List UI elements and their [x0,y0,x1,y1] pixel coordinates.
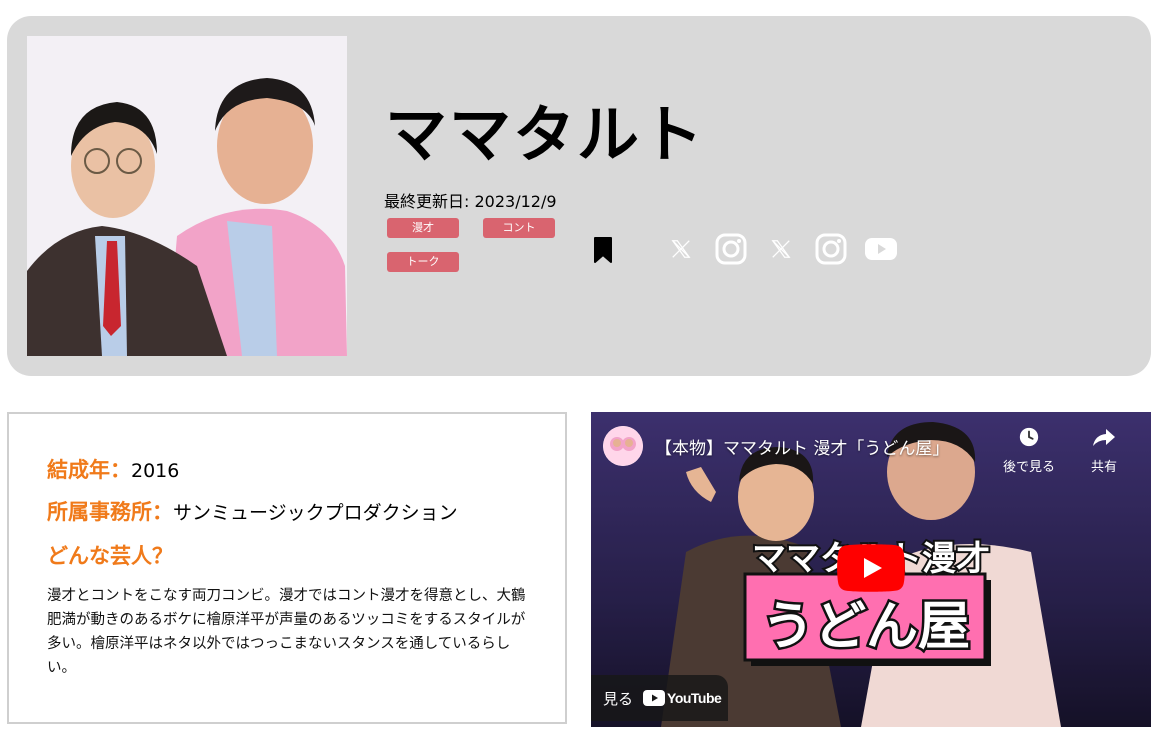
play-button[interactable] [837,544,905,592]
instagram-icon[interactable] [814,232,848,266]
description-text: 漫才とコントをこなす両刀コンビ。漫才ではコント漫才を得意とし、大鶴肥満が動きのあ… [47,588,526,676]
agency-label: 所属事務所： [47,500,173,524]
x-icon[interactable] [764,232,798,266]
video-title[interactable]: 【本物】ママタルト 漫才「うどん屋」 [655,434,949,459]
share-icon [1093,429,1115,446]
share-label: 共有 [1091,460,1118,475]
tag-manzai[interactable]: 漫才 [387,218,459,238]
youtube-logo: YouTube [643,690,722,706]
instagram-icon[interactable] [714,232,748,266]
youtube-icon[interactable] [864,232,898,266]
watch-later-label: 後で見る [1003,460,1056,475]
profile-info-card: 結成年：2016 所属事務所：サンミュージックプロダクション どんな芸人？ 漫才… [7,412,567,724]
comedian-name: ママタルト [385,98,706,171]
tag-talk[interactable]: トーク [387,252,459,272]
watch-on-label: 見る [603,689,634,708]
watch-later-button[interactable]: 後で見る [1003,426,1055,475]
profile-photo [27,36,347,356]
x-icon[interactable] [664,232,698,266]
share-button[interactable]: 共有 [1091,426,1117,475]
thumbnail-main-text: うどん屋 [762,597,970,657]
agency-row: 所属事務所：サンミュージックプロダクション [47,496,458,526]
formed-year-label: 結成年： [47,458,131,482]
agency-value: サンミュージックプロダクション [173,502,458,524]
profile-header-card: ママタルト 最終更新日: 2023/12/9 漫才 コント トーク [7,16,1151,376]
channel-avatar[interactable] [603,426,643,466]
last-updated-date: 最終更新日: 2023/12/9 [384,192,557,211]
watch-on-youtube-button[interactable]: 見る YouTube [591,675,728,721]
about-heading: どんな芸人？ [47,540,173,570]
youtube-video-embed[interactable]: ママタルト漫才 うどん屋 【本物】ママタルト 漫才「うどん屋」 後で見る 共有 … [591,412,1151,727]
clock-icon [1019,427,1039,447]
formed-year-row: 結成年：2016 [47,454,179,484]
bookmark-icon[interactable] [593,236,613,264]
formed-year-value: 2016 [131,460,180,482]
youtube-wordmark: YouTube [667,690,722,706]
about-label: どんな芸人？ [47,544,173,568]
tag-conte[interactable]: コント [483,218,555,238]
play-icon [837,544,905,592]
youtube-logo-icon [643,690,666,706]
